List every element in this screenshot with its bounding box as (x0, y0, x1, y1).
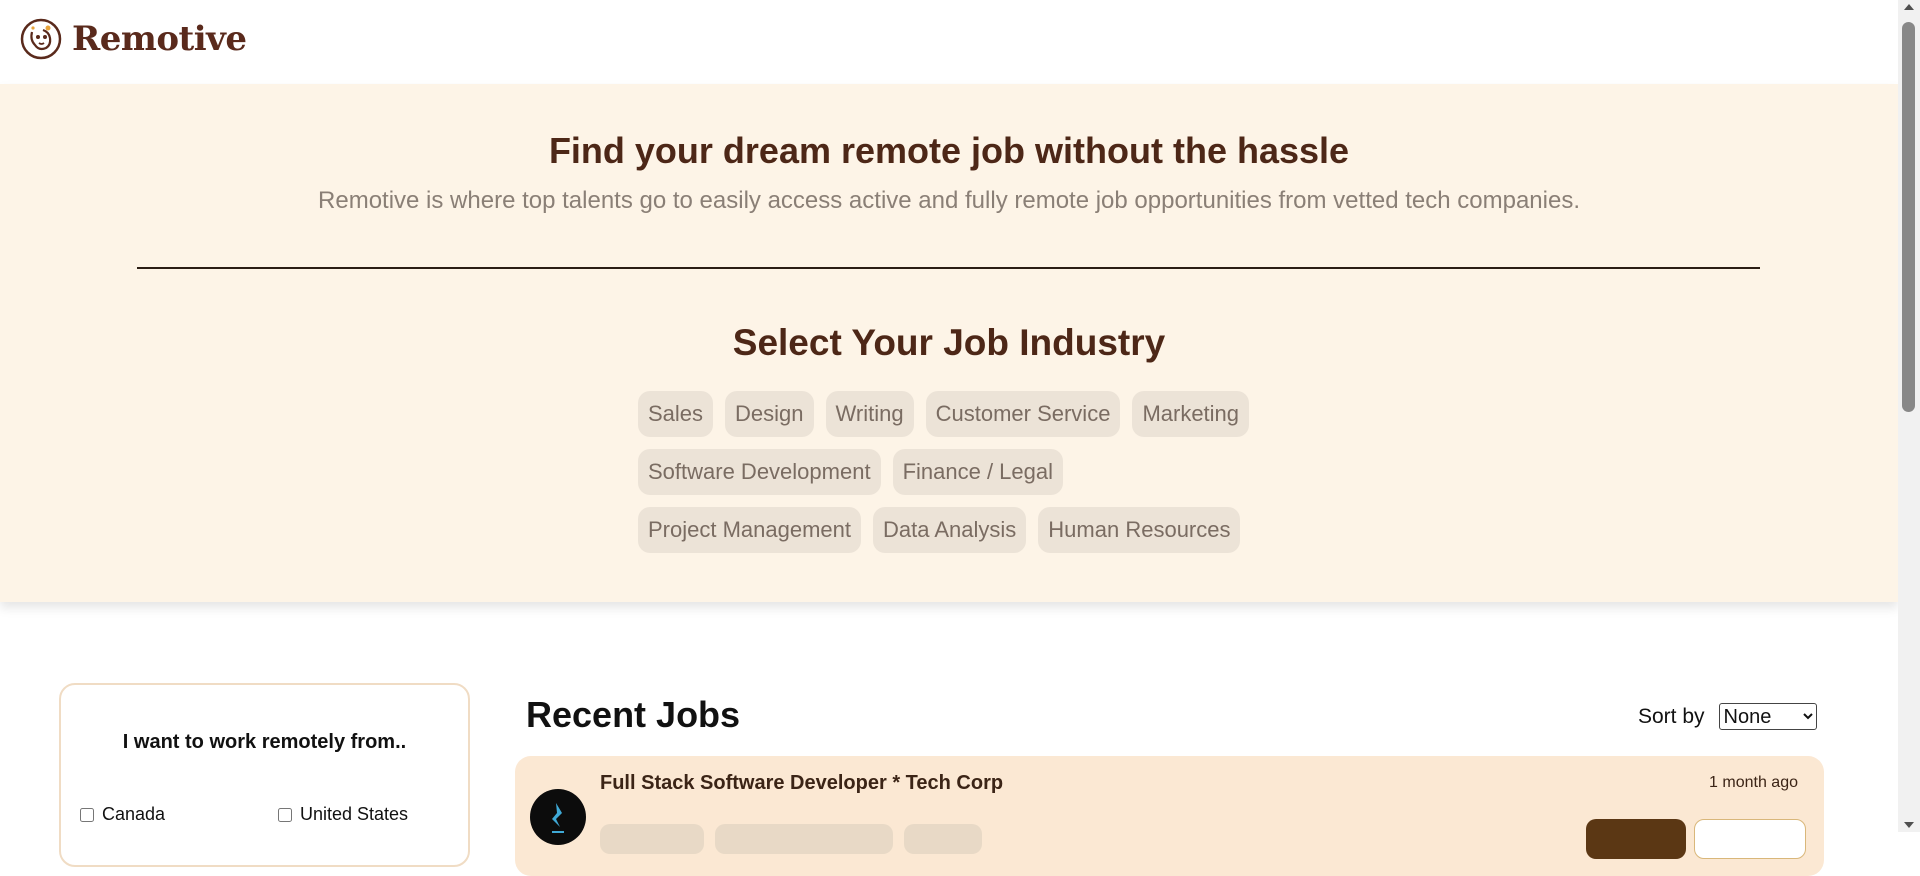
sort-label: Sort by (1638, 704, 1705, 728)
company-logo-icon (552, 803, 564, 833)
brand-logo[interactable]: Remotive (20, 18, 247, 60)
industry-chip-data-analysis[interactable]: Data Analysis (873, 507, 1027, 553)
job-title[interactable]: Full Stack Software Developer * Tech Cor… (600, 772, 1003, 795)
hero-title: Find your dream remote job without the h… (548, 130, 1350, 171)
scroll-up-arrow-icon[interactable] (1904, 4, 1914, 10)
country-checkbox-united-states[interactable] (278, 807, 292, 822)
recent-jobs-heading: Recent Jobs (526, 694, 741, 735)
industry-chip-project-management[interactable]: Project Management (638, 507, 861, 553)
industry-row: Software Development Finance / Legal (638, 449, 1063, 495)
location-filter-heading: I want to work remotely from.. (122, 731, 407, 753)
job-tag (904, 824, 982, 854)
scroll-down-arrow-icon[interactable] (1904, 822, 1914, 828)
location-filter-card: I want to work remotely from.. Canada Un… (59, 683, 470, 867)
company-logo (530, 789, 586, 845)
industry-chip-marketing[interactable]: Marketing (1132, 391, 1250, 437)
job-tag (600, 824, 704, 854)
sort-select[interactable]: None (1718, 703, 1817, 730)
industry-chip-sales[interactable]: Sales (638, 391, 714, 437)
industry-chip-software-development[interactable]: Software Development (638, 449, 881, 495)
job-tag (715, 824, 893, 854)
industry-chip-design[interactable]: Design (725, 391, 814, 437)
sort-control: Sort by None (1638, 703, 1817, 730)
page-scrollbar[interactable] (1898, 0, 1920, 832)
industry-chip-customer-service[interactable]: Customer Service (925, 391, 1121, 437)
industry-row: Sales Design Writing Customer Service Ma… (638, 391, 1250, 437)
industry-row: Project Management Data Analysis Human R… (638, 507, 1241, 553)
top-bar: Remotive (0, 0, 1898, 84)
job-posted-time: 1 month ago (1709, 774, 1798, 791)
industry-chip-finance-legal[interactable]: Finance / Legal (892, 449, 1063, 495)
industry-chip-writing[interactable]: Writing (825, 391, 914, 437)
hero-divider (137, 267, 1760, 269)
apply-button[interactable] (1586, 819, 1686, 859)
country-label: Canada (102, 804, 166, 824)
brand-name: Remotive (72, 19, 247, 59)
scrollbar-thumb[interactable] (1902, 22, 1915, 412)
country-option-united-states[interactable]: United States (278, 804, 408, 825)
save-job-button[interactable] (1694, 819, 1806, 859)
job-card[interactable]: Full Stack Software Developer * Tech Cor… (515, 756, 1824, 876)
industry-heading: Select Your Job Industry (732, 322, 1166, 363)
dog-face-icon (20, 18, 62, 60)
country-label: United States (300, 804, 409, 824)
hero-subtitle: Remotive is where top talents go to easi… (318, 187, 1580, 214)
country-option-canada[interactable]: Canada (80, 804, 165, 825)
country-checkbox-canada[interactable] (80, 807, 94, 822)
industry-chip-human-resources[interactable]: Human Resources (1038, 507, 1241, 553)
hero-section: Find your dream remote job without the h… (0, 84, 1898, 602)
